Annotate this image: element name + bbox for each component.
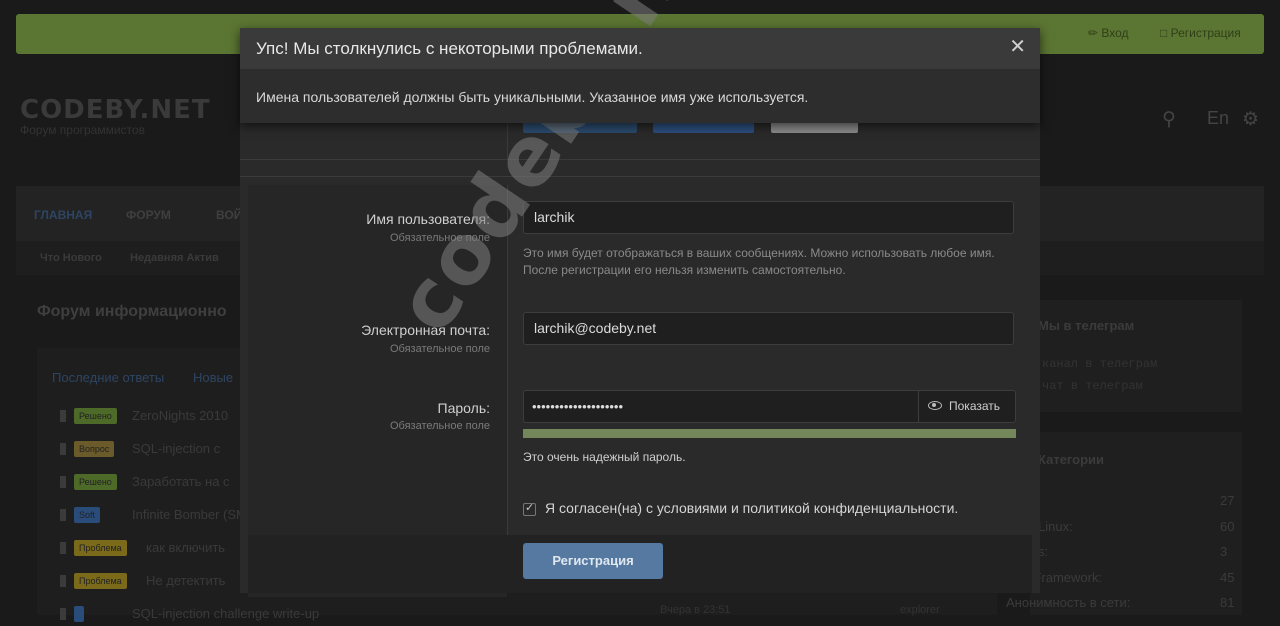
forum-heading: Форум информационно <box>37 303 227 320</box>
error-dialog-message: Имена пользователей должны быть уникальн… <box>256 89 809 105</box>
error-dialog-header: Упс! Мы столкнулись с некоторыми проблем… <box>240 28 1040 69</box>
search-icon[interactable]: ⚲ <box>1162 108 1176 131</box>
thread-title[interactable]: как включить <box>146 540 225 555</box>
email-label: Электронная почта: <box>361 322 490 338</box>
pin-icon <box>60 509 66 521</box>
telegram-heading: Мы в телеграм <box>1038 318 1135 333</box>
show-password-label: Показать <box>949 399 1001 413</box>
password-label: Пароль: <box>437 400 490 416</box>
eye-icon <box>928 401 942 410</box>
category-count: 60 <box>1220 518 1235 534</box>
thread-prefix-badge[interactable] <box>74 606 84 622</box>
category-count: 27 <box>1220 493 1235 508</box>
telegram-block: Мы в телеграм канал в телеграм чат в тел… <box>1030 300 1242 412</box>
sso-button-1[interactable] <box>523 122 637 133</box>
password-required-note: Обязательное поле <box>389 420 490 432</box>
thread-title[interactable]: SQL-injection с <box>132 441 220 456</box>
email-required-note: Обязательное поле <box>389 343 490 355</box>
thread-prefix-badge[interactable]: Решено <box>74 474 117 490</box>
categories-heading: Категории <box>1038 452 1105 467</box>
register-link[interactable]: □ Регистрация <box>1160 26 1241 40</box>
login-link[interactable]: ✏ Вход <box>1088 26 1129 40</box>
password-input[interactable]: •••••••••••••••••••• <box>532 391 623 422</box>
subnav-recent-activity[interactable]: Недавняя Актив <box>130 252 219 264</box>
agree-label[interactable]: Я согласен(на) с условиями и политикой к… <box>545 500 958 516</box>
category-count: 3 <box>1220 544 1228 559</box>
password-strength-meter <box>523 429 1016 438</box>
thread-title[interactable]: ZeroNights 2010 <box>132 408 228 423</box>
username-input[interactable]: larchik <box>523 201 1014 234</box>
error-dialog: Упс! Мы столкнулись с некоторыми проблем… <box>240 28 1040 123</box>
thread-row[interactable]: SQL-injection challenge write-up <box>60 604 960 626</box>
category-name[interactable]: Анонимность в сети: <box>1006 595 1130 610</box>
column-divider <box>507 122 508 159</box>
site-logo[interactable]: CODEBY.NET <box>20 95 211 125</box>
thread-last-post-time: Вчера в 23:51 <box>660 604 731 616</box>
divider <box>240 176 1040 177</box>
pin-icon <box>60 542 66 554</box>
language-switch[interactable]: En <box>1207 108 1229 129</box>
sso-button-3[interactable] <box>771 122 858 133</box>
sso-button-2[interactable] <box>653 122 754 133</box>
agree-checkbox[interactable] <box>523 501 536 516</box>
pin-icon <box>60 575 66 587</box>
thread-last-user[interactable]: explorer <box>900 604 940 616</box>
email-input[interactable]: larchik@codeby.net <box>523 312 1014 345</box>
thread-prefix-badge[interactable]: Проблема <box>74 540 127 556</box>
tab-latest-replies[interactable]: Последние ответы <box>52 370 164 385</box>
thread-prefix-badge[interactable]: Soft <box>74 507 101 523</box>
register-submit-button[interactable]: Регистрация <box>523 543 663 579</box>
thread-title[interactable]: Infinite Bomber (SM <box>132 507 247 522</box>
thread-title[interactable]: Заработать на с <box>132 474 230 489</box>
username-label: Имя пользователя: <box>366 211 490 227</box>
close-icon[interactable]: ✕ <box>1009 37 1026 57</box>
logo-subtitle: Форум программистов <box>20 123 145 137</box>
pin-icon <box>60 410 66 422</box>
login-label: Вход <box>1101 26 1129 40</box>
gear-icon[interactable]: ⚙ <box>1242 108 1259 131</box>
error-dialog-title: Упс! Мы столкнулись с некоторыми проблем… <box>256 39 643 58</box>
thread-prefix-badge[interactable]: Решено <box>74 408 117 424</box>
thread-prefix-badge[interactable]: Вопрос <box>74 441 115 457</box>
pin-icon <box>60 608 66 620</box>
register-label: Регистрация <box>1170 26 1241 40</box>
registration-modal: Имя пользователя: Обязательное поле larc… <box>240 122 1040 597</box>
password-strength-text: Это очень надежный пароль. <box>523 450 686 464</box>
telegram-channel-link[interactable]: канал в телеграм <box>1042 357 1157 371</box>
thread-title[interactable]: SQL-injection challenge write-up <box>132 606 319 621</box>
password-field[interactable]: •••••••••••••••••••• Показать <box>523 390 1016 423</box>
nav-item-home[interactable]: ГЛАВНАЯ <box>34 208 92 222</box>
modal-footer: Регистрация <box>248 535 1032 593</box>
thread-title[interactable]: Не детектить <box>146 573 225 588</box>
category-count: 81 <box>1220 595 1235 610</box>
thread-prefix-badge[interactable]: Проблема <box>74 573 127 589</box>
show-password-button[interactable]: Показать <box>918 391 1015 422</box>
subnav-whats-new[interactable]: Что Нового <box>40 252 102 264</box>
divider <box>240 159 1040 160</box>
nav-item-other[interactable]: ВОЙ <box>216 208 242 222</box>
tab-new[interactable]: Новые <box>193 370 233 385</box>
pin-icon <box>60 443 66 455</box>
category-count: 45 <box>1220 569 1235 585</box>
username-required-note: Обязательное поле <box>389 232 490 244</box>
category-name[interactable]: Linux: <box>1038 519 1073 534</box>
nav-item-forum[interactable]: ФОРУМ <box>126 208 171 222</box>
column-divider <box>507 185 508 535</box>
pin-icon <box>60 476 66 488</box>
telegram-chat-link[interactable]: чат в телеграм <box>1042 379 1143 393</box>
username-hint: Это имя будет отображаться в ваших сообщ… <box>523 246 995 277</box>
